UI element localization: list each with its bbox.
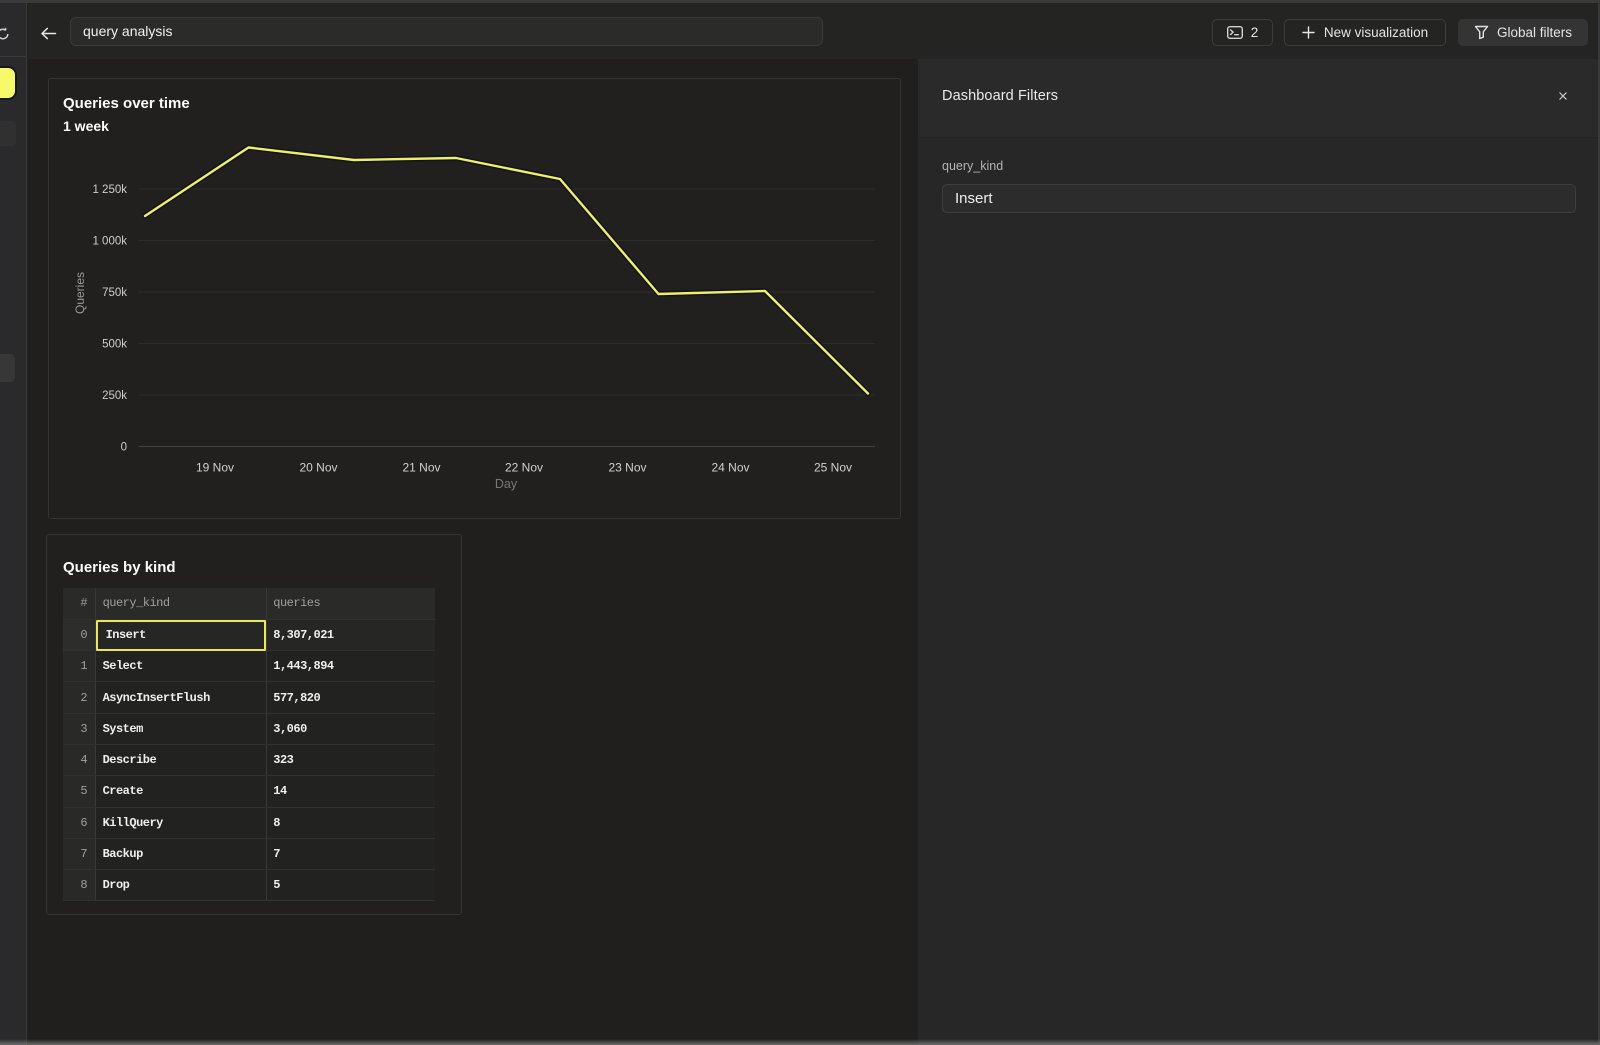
svg-text:19 Nov: 19 Nov	[196, 461, 234, 475]
svg-text:0: 0	[121, 442, 127, 454]
svg-text:25 Nov: 25 Nov	[814, 461, 852, 475]
svg-text:500k: 500k	[102, 339, 127, 351]
svg-text:250k: 250k	[102, 390, 127, 402]
svg-text:750k: 750k	[102, 287, 127, 299]
svg-text:Queries: Queries	[73, 272, 87, 314]
svg-text:Day: Day	[495, 477, 518, 491]
svg-text:21 Nov: 21 Nov	[402, 461, 440, 475]
svg-text:1 000k: 1 000k	[92, 236, 127, 248]
svg-text:23 Nov: 23 Nov	[608, 461, 646, 475]
svg-text:24 Nov: 24 Nov	[711, 461, 749, 475]
svg-text:22 Nov: 22 Nov	[505, 461, 543, 475]
svg-text:20 Nov: 20 Nov	[299, 461, 337, 475]
svg-text:1 250k: 1 250k	[92, 184, 127, 196]
